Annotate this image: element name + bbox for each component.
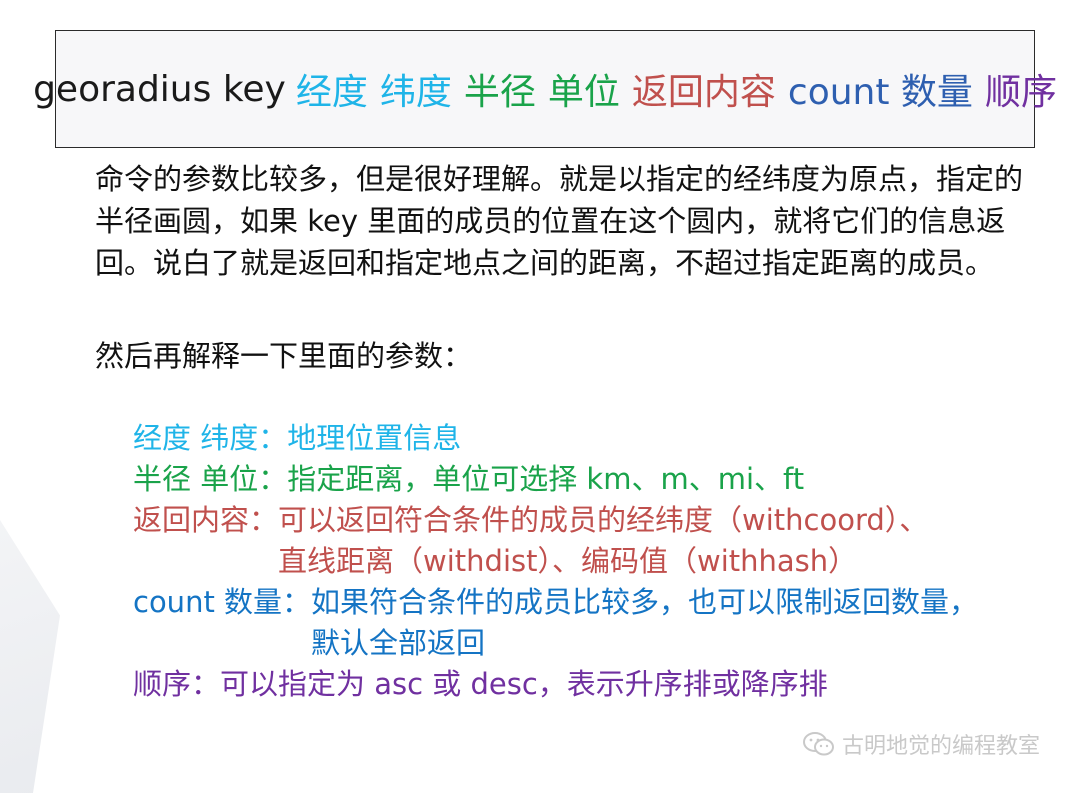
title-param-lat: 纬度	[379, 72, 452, 113]
wechat-icon	[802, 732, 834, 756]
param-key: 经度 纬度：	[133, 421, 288, 455]
watermark: 古明地觉的编程教室	[802, 728, 1040, 760]
title-param-lng: 经度	[295, 72, 368, 113]
param-key: 返回内容：	[133, 503, 279, 537]
param-key: 半径 单位：	[133, 462, 288, 496]
param-value: 地理位置信息	[287, 421, 462, 455]
param-value: 指定距离，单位可选择 km、m、mi、ft	[287, 462, 805, 496]
title-param-return: 返回内容	[631, 72, 776, 113]
title-param-count: count 数量	[787, 72, 973, 113]
param-item-lng-lat: 经度 纬度： 地理位置信息	[133, 418, 1073, 459]
params-intro: 然后再解释一下里面的参数：	[95, 339, 473, 373]
title-param-order: 顺序	[984, 72, 1057, 113]
param-item-radius-unit: 半径 单位： 指定距离，单位可选择 km、m、mi、ft	[133, 459, 1073, 500]
param-list: 经度 纬度： 地理位置信息 半径 单位： 指定距离，单位可选择 km、m、mi、…	[133, 418, 1073, 705]
watermark-text: 古明地觉的编程教室	[841, 734, 1040, 759]
param-key: count 数量：	[133, 585, 312, 619]
command-title-box: georadius key 经度 纬度 半径 单位 返回内容 count 数量 …	[33, 30, 1057, 148]
command-name: georadius key	[33, 68, 286, 110]
title-param-unit: 单位	[547, 72, 620, 113]
param-value: 可以指定为 asc 或 desc，表示升序排或降序排	[220, 667, 828, 701]
param-key: 顺序：	[133, 667, 221, 701]
param-item-order: 顺序： 可以指定为 asc 或 desc，表示升序排或降序排	[133, 664, 1073, 705]
description-paragraph: 命令的参数比较多，但是很好理解。就是以指定的经纬度为原点，指定的半径画圆，如果 …	[95, 162, 1024, 280]
background-decoration	[0, 520, 60, 793]
param-item-return: 返回内容： 可以返回符合条件的成员的经纬度（withcoord）、 直线距离（w…	[133, 500, 1073, 582]
param-item-count: count 数量： 如果符合条件的成员比较多，也可以限制返回数量， 默认全部返回	[133, 582, 1073, 664]
title-param-radius: 半径	[463, 72, 536, 113]
param-value: 可以返回符合条件的成员的经纬度（withcoord）、 直线距离（withdis…	[278, 503, 929, 578]
param-value: 如果符合条件的成员比较多，也可以限制返回数量， 默认全部返回	[311, 585, 979, 660]
